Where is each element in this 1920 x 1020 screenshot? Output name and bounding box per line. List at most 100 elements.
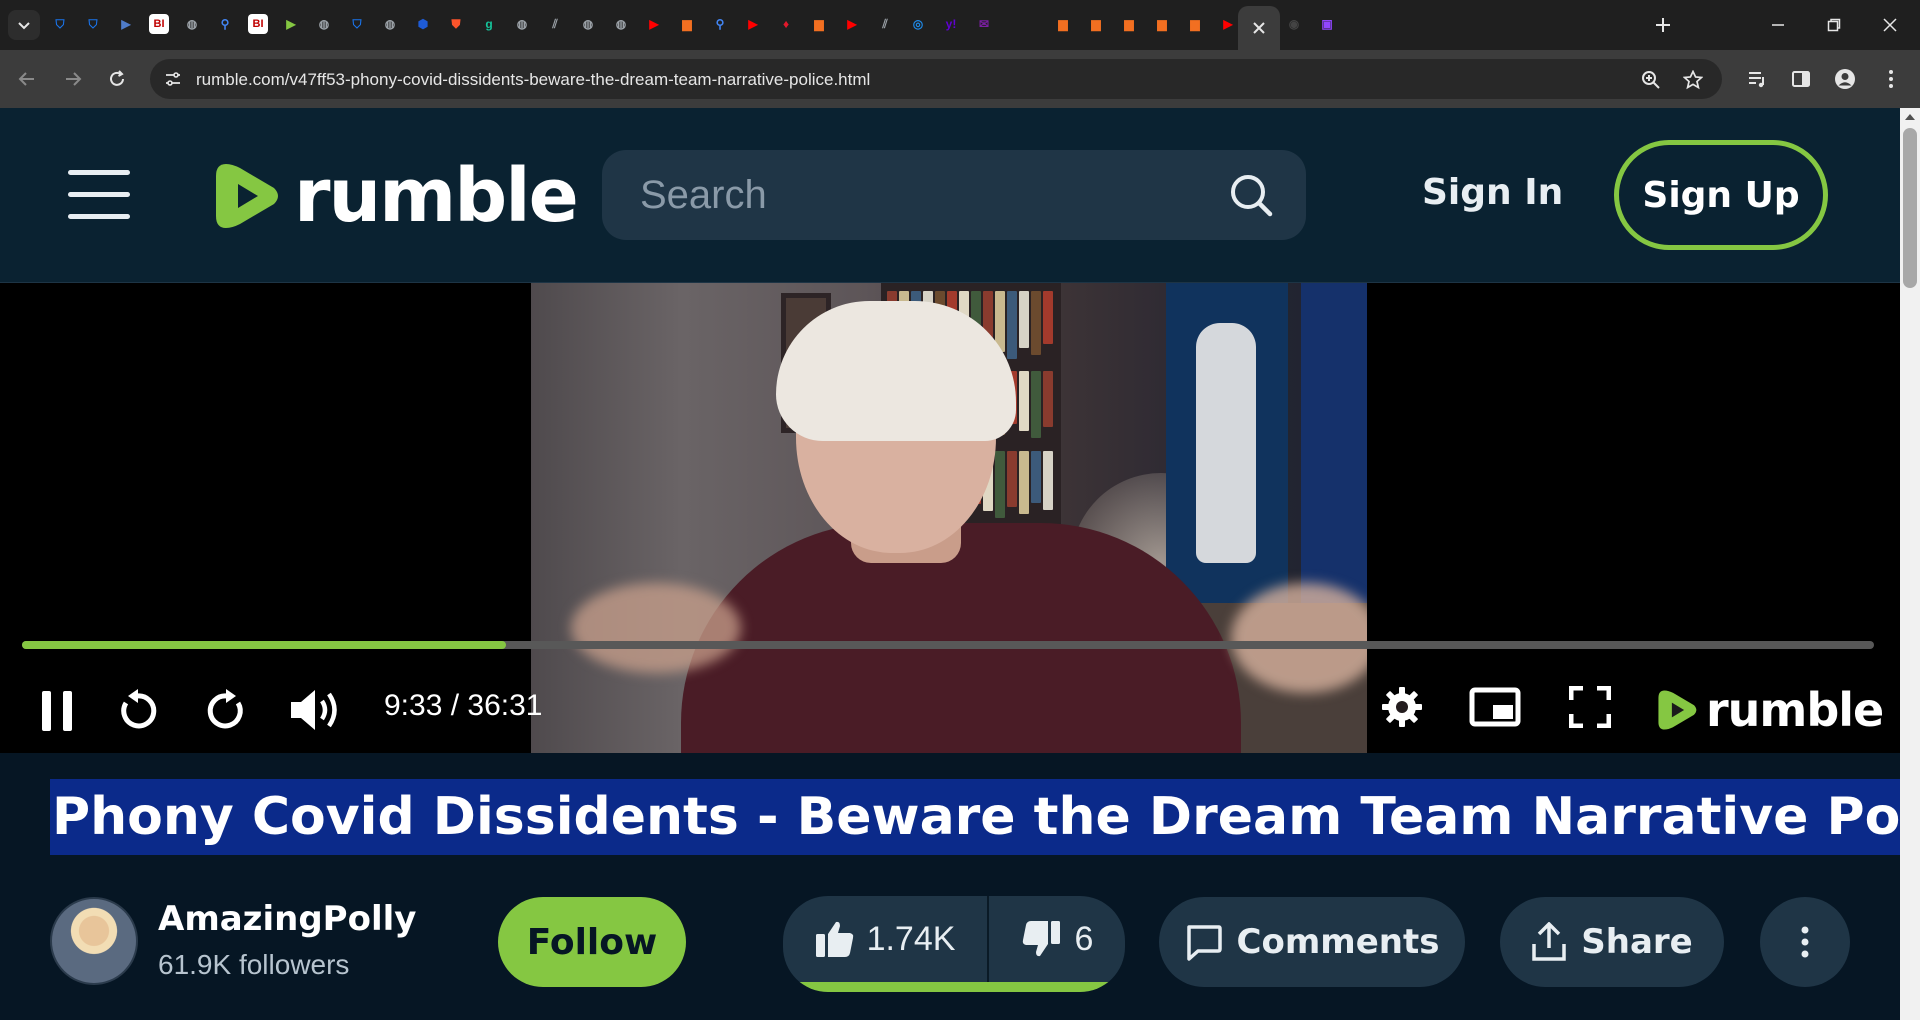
favicon-search-icon[interactable]: ⚲ [215,14,235,34]
pause-button[interactable] [34,683,80,739]
book-spine [1031,451,1041,503]
browser-menu-button[interactable] [1876,64,1906,94]
new-tab-button[interactable] [1650,12,1676,38]
wall-poster [1166,283,1288,608]
favicon-rumble-icon[interactable]: ▶ [281,14,301,34]
seek-bar[interactable] [22,641,1874,649]
favicon-shield-icon[interactable]: ⛉ [347,14,367,34]
favicon-search-icon[interactable]: ⚲ [710,14,730,34]
forward-button-player[interactable] [202,685,252,735]
site-info-icon[interactable] [164,70,182,88]
plus-icon [1656,18,1670,32]
dislike-button[interactable]: 6 [987,896,1125,982]
favicon-bookmark-icon[interactable]: ▆ [1086,14,1106,34]
favicon-bi-icon[interactable]: BI [248,14,268,34]
favicon-bookmark-icon[interactable]: ▆ [677,14,697,34]
media-controls-button[interactable] [1742,64,1772,94]
rewind-button[interactable] [112,685,162,735]
fullscreen-icon [1569,686,1611,728]
search-icon[interactable] [1228,172,1274,218]
profile-button[interactable] [1830,64,1860,94]
queue-music-icon [1749,72,1764,88]
fullscreen-button[interactable] [1566,683,1614,731]
favicon-youtube-icon[interactable]: ▶ [842,14,862,34]
thumbs-up-icon [815,921,853,957]
minimize-button[interactable] [1758,10,1798,40]
favicon-bookmark-icon[interactable]: ▆ [1185,14,1205,34]
channel-avatar[interactable] [50,897,138,985]
close-window-button[interactable] [1870,10,1910,40]
favicon-bi-icon[interactable]: BI [149,14,169,34]
favicon-twitch-icon[interactable]: ▣ [1317,14,1337,34]
picture-in-picture-button[interactable] [1468,683,1522,731]
favicon-bookmark-icon[interactable]: ▆ [1119,14,1139,34]
zoom-button[interactable] [1640,69,1662,91]
favicon-slash-icon[interactable]: ⫽ [875,14,895,34]
favicon-circle-icon[interactable]: ◎ [908,14,928,34]
reload-button[interactable] [102,64,132,94]
bookmark-button[interactable] [1682,69,1704,91]
favicon-globe-icon[interactable]: ◍ [380,14,400,34]
favicon-slash-icon[interactable]: ⫽ [545,14,565,34]
search-input[interactable] [640,150,1200,240]
favicon-bookmark-icon[interactable]: ▆ [809,14,829,34]
favicon-brave-icon[interactable]: ⛊ [446,14,466,34]
favicon-youtube-icon[interactable]: ▶ [1218,14,1238,34]
favicon-globe-icon[interactable]: ◍ [611,14,631,34]
favicon-shield-icon[interactable]: ⛉ [50,14,70,34]
rumble-play-icon [1658,690,1697,730]
active-tab[interactable] [1238,6,1280,50]
favicon-red-icon[interactable]: ♦ [776,14,796,34]
sign-up-button[interactable]: Sign Up [1614,140,1828,250]
address-bar[interactable]: rumble.com/v47ff53-phony-covid-dissident… [150,59,1722,99]
forward-button[interactable] [58,64,88,94]
video-player[interactable]: 9:33 / 36:31 rumble [0,283,1900,753]
book-spine [1007,451,1017,507]
favicon-g-icon[interactable]: g [479,14,499,34]
settings-button[interactable] [1378,683,1426,731]
back-button[interactable] [12,64,42,94]
favicon-globe-icon[interactable]: ◍ [512,14,532,34]
more-vertical-icon [1889,70,1893,88]
rumble-logo[interactable]: rumble [212,156,579,236]
gear-icon [1382,687,1422,727]
player-rumble-logo[interactable]: rumble [1656,685,1884,735]
page-scrollbar[interactable] [1900,108,1920,1020]
volume-icon [291,690,337,730]
favicon-globe-icon[interactable]: ◍ [182,14,202,34]
sign-in-link[interactable]: Sign In [1422,172,1563,213]
favicon-yahoo-icon[interactable]: y! [941,14,961,34]
favicon-shield-icon[interactable]: ⛉ [83,14,103,34]
scroll-thumb[interactable] [1903,128,1917,288]
menu-button[interactable] [68,170,130,220]
favicon-hex-icon[interactable]: ⬢ [413,14,433,34]
book-spine [1043,451,1053,510]
side-panel-button[interactable] [1786,64,1816,94]
speaker-hand-left [571,583,741,673]
favicon-bookmark-icon[interactable]: ▆ [1152,14,1172,34]
favicon-youtube-icon[interactable]: ▶ [743,14,763,34]
volume-button[interactable] [288,683,342,737]
scroll-up-button[interactable] [1900,108,1920,126]
like-button[interactable]: 1.74K [783,896,987,982]
favicon-arrow-icon[interactable]: ▶ [116,14,136,34]
follow-button[interactable]: Follow [498,897,686,987]
favicon-bookmark-icon[interactable]: ▆ [1053,14,1073,34]
book-spine [1019,291,1029,348]
favicon-globe-icon[interactable]: ◍ [578,14,598,34]
tab-search-button[interactable] [8,10,40,40]
favicon-youtube-icon[interactable]: ▶ [644,14,664,34]
side-panel-icon [1792,71,1810,87]
favicon-globe-icon[interactable]: ◍ [314,14,334,34]
more-vertical-icon [1801,926,1809,958]
search-bar[interactable] [602,150,1306,240]
favicon-mail-icon[interactable]: ✉ [974,14,994,34]
more-options-button[interactable] [1760,897,1850,987]
share-button[interactable]: Share [1500,897,1724,987]
comments-button[interactable]: Comments [1159,897,1465,987]
restore-button[interactable] [1814,10,1854,40]
channel-name[interactable]: AmazingPolly [158,899,416,939]
favicon-dark-icon[interactable]: ◉ [1284,14,1304,34]
close-icon[interactable] [1252,21,1266,35]
dislike-count: 6 [1074,919,1094,958]
